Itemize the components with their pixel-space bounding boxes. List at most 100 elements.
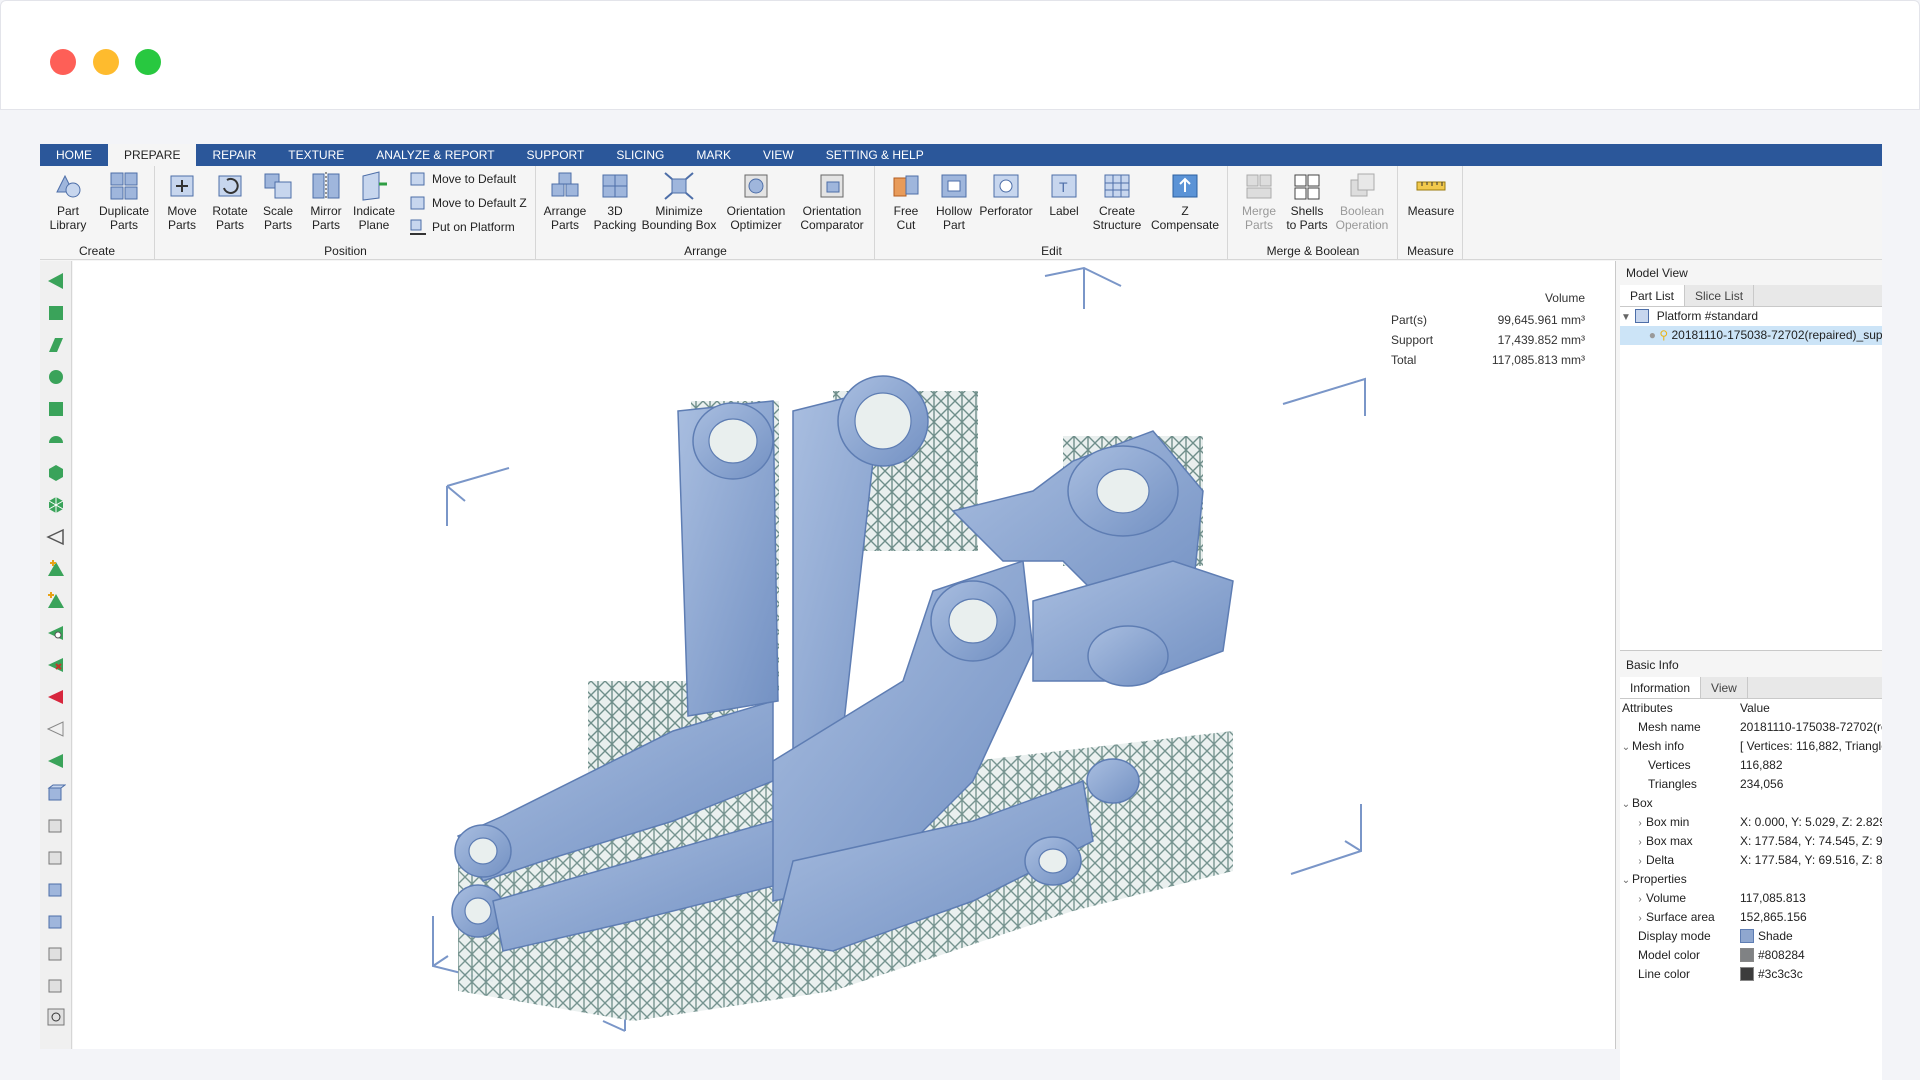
- orientation-optimizer-button[interactable]: Orientation Optimizer: [721, 170, 791, 232]
- move-parts-button[interactable]: Move Parts: [156, 170, 208, 232]
- tab-prepare[interactable]: PREPARE: [108, 144, 197, 166]
- boolean-operation-button[interactable]: Boolean Operation: [1331, 170, 1393, 232]
- zoom-fit-icon[interactable]: [46, 1007, 66, 1027]
- label-label: Label: [1049, 204, 1079, 218]
- part-library-button[interactable]: Part Library: [42, 170, 94, 232]
- volume-row-value: 17,439.852 mm³: [1497, 333, 1585, 347]
- z-compensate-button[interactable]: Z Compensate: [1148, 170, 1222, 232]
- view-hexagon-icon[interactable]: [46, 463, 66, 483]
- chevron-right-icon[interactable]: ›: [1634, 814, 1646, 832]
- 3d-viewport[interactable]: Volume Part(s) 99,645.961 mm³ Support 17…: [73, 261, 1616, 1049]
- tab-setting-help[interactable]: SETTING & HELP: [810, 144, 940, 166]
- lightbulb-icon[interactable]: ⚲: [1659, 328, 1668, 342]
- view-left-icon[interactable]: [46, 271, 66, 291]
- cube-right-icon[interactable]: [46, 911, 66, 931]
- tab-repair[interactable]: REPAIR: [196, 144, 272, 166]
- view-iso-icon[interactable]: [46, 335, 66, 355]
- put-on-platform-button[interactable]: Put on Platform: [408, 216, 515, 238]
- duplicate-parts-button[interactable]: Duplicate Parts: [94, 170, 154, 232]
- tree-item-part[interactable]: ● ⚲ 20181110-175038-72702(repaired)_supp…: [1620, 326, 1882, 345]
- tab-view-info[interactable]: View: [1701, 677, 1748, 698]
- tab-slice-list[interactable]: Slice List: [1685, 285, 1755, 306]
- chevron-right-icon[interactable]: ›: [1634, 833, 1646, 851]
- orientation-comparator-button[interactable]: Orientation Comparator: [793, 170, 871, 232]
- tab-part-list[interactable]: Part List: [1620, 285, 1686, 306]
- visibility-dot-icon[interactable]: ●: [1620, 326, 1656, 345]
- select-remove-icon[interactable]: [46, 655, 66, 675]
- cube-iso-icon[interactable]: [46, 879, 66, 899]
- select-part-icon[interactable]: [46, 751, 66, 771]
- view-rotate-icon[interactable]: [46, 367, 66, 387]
- merge-parts-button[interactable]: Merge Parts: [1233, 170, 1285, 232]
- select-add-icon[interactable]: [46, 591, 66, 611]
- model-color-picker[interactable]: #808284: [1740, 946, 1882, 965]
- minimize-window-button[interactable]: [93, 49, 119, 75]
- duplicate-parts-icon: [110, 172, 138, 200]
- group-title-measure: Measure: [1407, 244, 1454, 258]
- select-lasso-icon[interactable]: [46, 623, 66, 643]
- shells-to-parts-button[interactable]: Shells to Parts: [1281, 170, 1333, 232]
- mesh-name-value: 20181110-175038-72702(repaired)_s: [1740, 720, 1882, 734]
- scale-parts-button[interactable]: Scale Parts: [252, 170, 304, 232]
- chevron-right-icon[interactable]: ›: [1634, 890, 1646, 908]
- attributes-table: Attributes Value Mesh name 20181110-17503…: [1620, 699, 1882, 1080]
- cube-front-icon[interactable]: [46, 815, 66, 835]
- label-button[interactable]: T Label: [1038, 170, 1090, 218]
- chevron-down-icon[interactable]: ⌄: [1620, 871, 1632, 889]
- select-plus-icon[interactable]: [46, 559, 66, 579]
- properties-label: Properties: [1632, 872, 1687, 886]
- indicate-plane-button[interactable]: Indicate Plane: [348, 170, 400, 232]
- select-invert-icon[interactable]: [46, 687, 66, 707]
- tab-texture[interactable]: TEXTURE: [272, 144, 360, 166]
- view-front-icon[interactable]: [46, 303, 66, 323]
- minimize-bounding-box-button[interactable]: Minimize Bounding Box: [641, 170, 717, 232]
- chevron-right-icon[interactable]: ›: [1634, 852, 1646, 870]
- close-window-button[interactable]: [50, 49, 76, 75]
- move-to-default-z-button[interactable]: Move to Default Z: [408, 192, 527, 214]
- move-parts-icon: [170, 175, 194, 197]
- view-fit-icon[interactable]: [46, 399, 66, 419]
- hollow-part-button[interactable]: Hollow Part: [928, 170, 980, 232]
- chevron-down-icon[interactable]: ⌄: [1620, 738, 1632, 756]
- chevron-down-icon[interactable]: ▼: [1620, 308, 1632, 326]
- select-triangle-icon[interactable]: [46, 527, 66, 547]
- tab-support[interactable]: SUPPORT: [511, 144, 601, 166]
- move-to-default-button[interactable]: Move to Default: [408, 168, 516, 190]
- tab-slicing[interactable]: SLICING: [600, 144, 680, 166]
- minimize-bounding-box-label: Minimize Bounding Box: [641, 204, 717, 232]
- free-cut-button[interactable]: Free Cut: [880, 170, 932, 232]
- tab-view[interactable]: VIEW: [747, 144, 810, 166]
- mirror-parts-button[interactable]: Mirror Parts: [300, 170, 352, 232]
- box-label: Box: [1632, 796, 1653, 810]
- tree-item-platform[interactable]: ▼ Platform #standard: [1620, 307, 1882, 326]
- chevron-right-icon[interactable]: ›: [1634, 909, 1646, 927]
- scale-parts-icon: [264, 173, 292, 199]
- put-on-platform-icon: [410, 219, 426, 235]
- chevron-down-icon[interactable]: ⌄: [1620, 795, 1632, 813]
- create-structure-button[interactable]: Create Structure: [1088, 170, 1146, 232]
- line-color-picker[interactable]: #3c3c3c: [1740, 965, 1882, 984]
- part-library-icon: [56, 174, 81, 198]
- view-shell-icon[interactable]: [46, 431, 66, 451]
- cube-side-icon[interactable]: [46, 847, 66, 867]
- display-mode-dropdown[interactable]: Shade: [1740, 927, 1882, 946]
- tab-analyze-report[interactable]: ANALYZE & REPORT: [360, 144, 510, 166]
- zoom-window-button[interactable]: [135, 49, 161, 75]
- view-mesh-icon[interactable]: [46, 495, 66, 515]
- tab-mark[interactable]: MARK: [680, 144, 747, 166]
- perforator-button[interactable]: Perforator: [976, 170, 1036, 218]
- rotate-parts-button[interactable]: Rotate Parts: [204, 170, 256, 232]
- deselect-icon[interactable]: [46, 719, 66, 739]
- tab-home[interactable]: HOME: [40, 144, 108, 166]
- measure-button[interactable]: Measure: [1405, 170, 1457, 218]
- tab-information[interactable]: Information: [1620, 677, 1702, 698]
- cube-top-icon[interactable]: [46, 783, 66, 803]
- cube-bottom-icon[interactable]: [46, 975, 66, 995]
- move-parts-label: Move Parts: [167, 204, 197, 232]
- 3d-packing-button[interactable]: 3D Packing: [589, 170, 641, 232]
- table-row: Model color #808284: [1620, 946, 1882, 965]
- attributes-column-header: Attributes: [1622, 701, 1673, 715]
- cube-back-icon[interactable]: [46, 943, 66, 963]
- right-panel: Model View Part List Slice List ▼ Platfo…: [1620, 261, 1882, 1080]
- arrange-parts-button[interactable]: Arrange Parts: [539, 170, 591, 232]
